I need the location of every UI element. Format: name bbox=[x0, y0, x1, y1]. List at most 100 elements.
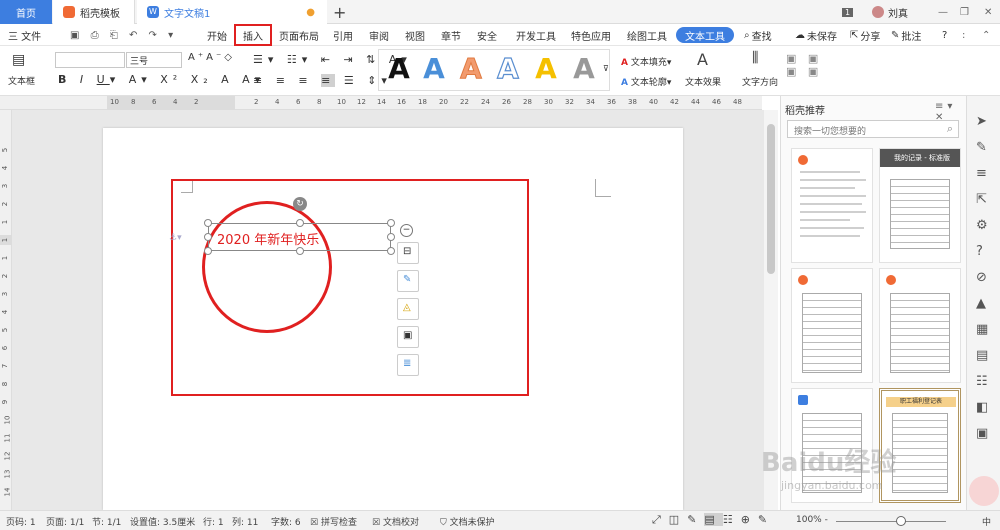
resize-handle[interactable] bbox=[296, 247, 304, 255]
menu-developer[interactable]: 开发工具 bbox=[516, 24, 556, 46]
menu-start[interactable]: 开始 bbox=[207, 24, 227, 46]
new-tab-button[interactable]: + bbox=[333, 0, 346, 24]
minimize-icon[interactable]: — bbox=[938, 0, 948, 24]
resize-handle[interactable] bbox=[387, 233, 395, 241]
document-page[interactable]: 2020 年新年快乐 ↻ ⚓▾ − ⊟ ✎ ◬ ▣ ≣ bbox=[103, 128, 683, 510]
style-yellow-a[interactable]: A bbox=[528, 50, 564, 86]
template-thumb-2[interactable]: 我的记录 - 标准版 bbox=[879, 148, 961, 263]
template-thumb-3[interactable] bbox=[791, 268, 873, 383]
resize-handle[interactable] bbox=[296, 219, 304, 227]
input-language[interactable]: 中 bbox=[982, 515, 991, 528]
panel-search-placeholder: 搜索一切您想要的 bbox=[794, 127, 867, 137]
menu-text-tools[interactable]: 文本工具 bbox=[676, 27, 734, 43]
quick-access-toolbar[interactable]: ▣ ⎙ ⎗ ↶ ↷ ▾ bbox=[70, 24, 177, 46]
proofread-button[interactable]: ☒ 文档校对 bbox=[372, 515, 419, 528]
comment-button[interactable]: ✎ 批注 bbox=[891, 24, 921, 46]
text-fill-button[interactable]: A 文本填充▾ bbox=[621, 55, 671, 68]
circle-shape[interactable] bbox=[202, 201, 332, 333]
format-icon[interactable]: ☷ bbox=[976, 374, 988, 389]
ruler-tick: 48 bbox=[733, 98, 742, 106]
tab-templates[interactable]: 稻壳模板 bbox=[53, 0, 135, 24]
text-direction-button[interactable]: 文字方向 bbox=[742, 75, 778, 88]
font-style-buttons[interactable]: B I U▾ A▾ X² X₂ A A▾ bbox=[58, 73, 265, 86]
rotate-handle-icon[interactable]: ↻ bbox=[293, 197, 307, 211]
style-blue-outline-a[interactable]: A bbox=[490, 50, 526, 86]
gallery-expand-icon[interactable]: ⊽ bbox=[603, 64, 609, 73]
textbox-text[interactable]: 2020 年新年快乐 bbox=[217, 229, 319, 248]
view-mode-buttons[interactable]: ⤢◫✎▤☷⊕✎ bbox=[652, 513, 775, 527]
template-thumb-4[interactable] bbox=[879, 268, 961, 383]
help-icon[interactable]: ? bbox=[976, 244, 983, 259]
collapse-ribbon-icon[interactable]: ⌃ bbox=[982, 24, 990, 46]
user-avatar[interactable]: 刘真 bbox=[872, 0, 908, 24]
layers-icon[interactable]: ◧ bbox=[976, 400, 988, 415]
zoom-level[interactable]: 100% - bbox=[796, 515, 828, 525]
settings-sliders-icon[interactable]: ≡ bbox=[976, 166, 987, 181]
resize-handle[interactable] bbox=[387, 219, 395, 227]
menu-view[interactable]: 视图 bbox=[405, 24, 425, 46]
help-button[interactable]: ? bbox=[942, 24, 947, 46]
layout-options-button[interactable]: ⊟ bbox=[397, 242, 419, 264]
close-icon[interactable]: ✕ bbox=[984, 0, 992, 24]
document-icon[interactable]: ▤ bbox=[976, 348, 988, 363]
search-button[interactable]: ⌕ 查找 bbox=[744, 24, 772, 46]
alignment-buttons[interactable]: ≡ ≡ ≡ ≡ ☰ ⇕▾ bbox=[253, 74, 392, 87]
font-grow-shrink-icons[interactable]: A⁺A⁻◇ bbox=[188, 52, 235, 63]
file-menu[interactable]: 三 文件 bbox=[8, 24, 41, 46]
edit-icon[interactable]: ✎ bbox=[976, 140, 987, 155]
link-icon[interactable]: ⊘ bbox=[976, 270, 987, 285]
menu-review[interactable]: 审阅 bbox=[369, 24, 389, 46]
style-orange-outline-a[interactable]: A bbox=[453, 50, 489, 86]
template-thumb-1[interactable] bbox=[791, 148, 873, 263]
menu-security[interactable]: 安全 bbox=[477, 24, 497, 46]
table-icon[interactable]: ▦ bbox=[976, 322, 988, 337]
zoom-slider-handle[interactable] bbox=[896, 516, 906, 526]
restore-icon[interactable]: ❐ bbox=[960, 0, 969, 24]
search-label: 查找 bbox=[751, 31, 772, 43]
menu-references[interactable]: 引用 bbox=[333, 24, 353, 46]
menu-page-layout[interactable]: 页面布局 bbox=[279, 24, 319, 46]
resize-handle[interactable] bbox=[204, 247, 212, 255]
resize-handle[interactable] bbox=[387, 247, 395, 255]
text-format-button[interactable]: ≣ bbox=[397, 354, 419, 376]
vertical-ruler[interactable]: 5 4 3 2 1 1 1 2 3 4 5 6 7 8 9 10 11 12 1… bbox=[0, 110, 12, 510]
style-gray-a[interactable]: A bbox=[566, 50, 602, 86]
text-layout-icons[interactable]: ▣ ▣ ▣ ▣ bbox=[786, 52, 822, 78]
search-icon[interactable]: ⌕ bbox=[947, 122, 953, 136]
shape-effect-button[interactable]: ▣ bbox=[397, 326, 419, 348]
resize-handle[interactable] bbox=[204, 233, 212, 241]
share-icon[interactable]: ⇱ bbox=[976, 192, 987, 207]
resize-handle[interactable] bbox=[204, 219, 212, 227]
scrollbar-thumb[interactable] bbox=[767, 124, 775, 274]
unsaved-button[interactable]: ☁ 未保存 bbox=[795, 24, 837, 46]
menu-features[interactable]: 特色应用 bbox=[571, 24, 611, 46]
style-black-a[interactable]: A bbox=[381, 50, 417, 86]
menu-drawing-tools[interactable]: 绘图工具 bbox=[627, 24, 667, 46]
protection-button[interactable]: ⛉ 文档未保护 bbox=[440, 515, 495, 528]
font-family-select[interactable] bbox=[55, 52, 125, 68]
textbox-button[interactable]: 文本框 bbox=[8, 74, 35, 87]
share-button[interactable]: ⇱ 分享 bbox=[850, 24, 880, 46]
image-icon[interactable]: ▣ bbox=[976, 426, 988, 441]
ruler-tick: 8 bbox=[131, 98, 136, 106]
text-effects-button[interactable]: 文本效果 bbox=[685, 75, 721, 88]
menu-chapter[interactable]: 章节 bbox=[441, 24, 461, 46]
outline-button[interactable]: ✎ bbox=[397, 270, 419, 292]
zoom-slider[interactable] bbox=[836, 521, 946, 522]
spell-check-button[interactable]: ☒ 拼写检查 bbox=[310, 515, 357, 528]
style-blue-a[interactable]: A bbox=[416, 50, 452, 86]
gear-icon[interactable]: ⚙ bbox=[976, 218, 988, 233]
text-outline-button[interactable]: A 文本轮廓▾ bbox=[621, 75, 671, 88]
fill-button[interactable]: ◬ bbox=[397, 298, 419, 320]
collapse-float-icon[interactable]: − bbox=[400, 224, 413, 237]
mascot-avatar[interactable] bbox=[969, 476, 999, 506]
more-icon[interactable]: : bbox=[962, 24, 965, 46]
menu-insert[interactable]: 插入 bbox=[234, 24, 272, 46]
font-size-select[interactable]: 三号 bbox=[126, 52, 182, 68]
horizontal-ruler[interactable]: 10 8 6 4 2 2 4 6 8 10 12 14 16 18 20 22 … bbox=[0, 96, 762, 110]
tab-document[interactable]: W 文字文稿1 ● bbox=[137, 0, 327, 24]
cursor-icon[interactable]: ➤ bbox=[976, 114, 987, 129]
stamp-icon[interactable]: ▲ bbox=[976, 296, 986, 311]
panel-search-input[interactable]: 搜索一切您想要的 ⌕ bbox=[787, 120, 959, 138]
tab-home[interactable]: 首页 bbox=[0, 0, 52, 24]
